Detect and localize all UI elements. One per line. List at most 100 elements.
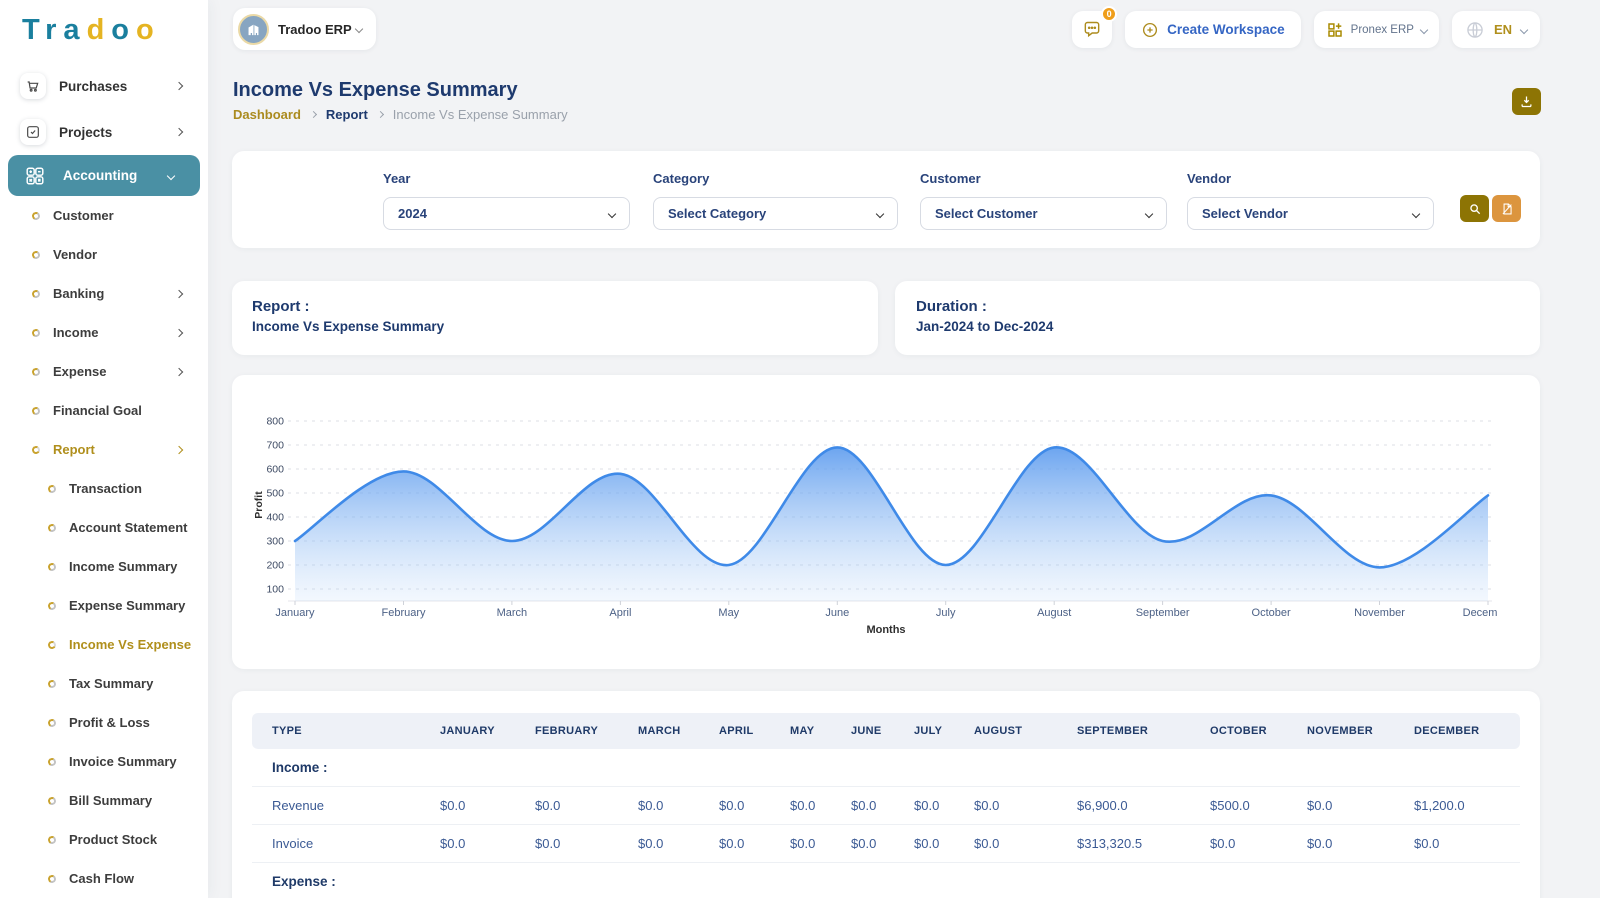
- sidebar-item-account-statement[interactable]: Account Statement: [0, 508, 208, 547]
- report-label: Report :: [252, 298, 858, 315]
- sidebar-item-label: Income Vs Expense: [69, 637, 191, 652]
- report-summary-card: Report : Income Vs Expense Summary: [232, 281, 878, 355]
- svg-text:200: 200: [266, 560, 284, 572]
- sidebar-item-invoice-summary[interactable]: Invoice Summary: [0, 742, 208, 781]
- sidebar: Tradoo PurchasesProjects Accounting Custo…: [0, 0, 208, 898]
- table-column-header: DECEMBER: [1408, 713, 1520, 749]
- sidebar-item-cash-flow[interactable]: Cash Flow: [0, 859, 208, 898]
- sidebar-item-profit-loss[interactable]: Profit & Loss: [0, 703, 208, 742]
- svg-text:700: 700: [266, 440, 284, 452]
- sidebar-item-accounting[interactable]: Accounting: [8, 155, 200, 196]
- svg-text:January: January: [275, 607, 315, 619]
- sidebar-item-projects[interactable]: Projects: [0, 109, 208, 155]
- breadcrumb-item[interactable]: Dashboard: [233, 107, 301, 122]
- sidebar-item-label: Customer: [53, 208, 114, 223]
- sidebar-item-transaction[interactable]: Transaction: [0, 469, 208, 508]
- row-value-cell: $0.0: [529, 787, 632, 825]
- table-row: Revenue$0.0$0.0$0.0$0.0$0.0$0.0$0.0$0.0$…: [252, 787, 1520, 825]
- chevron-right-icon: [175, 445, 183, 453]
- sidebar-item-label: Account Statement: [69, 520, 187, 535]
- bullet-icon: [47, 601, 57, 611]
- row-value-cell: $0.0: [1408, 825, 1520, 863]
- sidebar-item-banking[interactable]: Banking: [0, 274, 208, 313]
- sidebar-item-tax-summary[interactable]: Tax Summary: [0, 664, 208, 703]
- bullet-icon: [31, 367, 41, 377]
- bullet-icon: [47, 835, 57, 845]
- sidebar-item-report[interactable]: Report: [0, 430, 208, 469]
- table-column-header: FEBRUARY: [529, 713, 632, 749]
- chart-x-axis-title: Months: [232, 624, 1540, 636]
- chevron-right-icon: [175, 367, 183, 375]
- breadcrumb-item[interactable]: Report: [326, 107, 368, 122]
- bullet-icon: [47, 640, 57, 650]
- chevron-down-icon: [167, 171, 175, 179]
- svg-text:July: July: [936, 607, 956, 619]
- sidebar-item-income[interactable]: Income: [0, 313, 208, 352]
- breadcrumb: DashboardReportIncome Vs Expense Summary: [233, 107, 568, 122]
- duration-label: Duration :: [916, 298, 1519, 315]
- brand-letter: o: [111, 14, 136, 46]
- chevron-down-icon: [1412, 209, 1420, 217]
- category-select[interactable]: Select Category: [653, 197, 898, 230]
- sidebar-main-nav: PurchasesProjects Accounting: [0, 63, 208, 196]
- brand-logo[interactable]: Tradoo: [0, 0, 208, 47]
- sidebar-item-income-vs-expense[interactable]: Income Vs Expense: [0, 625, 208, 664]
- row-value-cell: $0.0: [632, 825, 713, 863]
- row-value-cell: $0.0: [713, 787, 784, 825]
- sidebar-item-label: Cash Flow: [69, 871, 134, 886]
- sidebar-item-bill-summary[interactable]: Bill Summary: [0, 781, 208, 820]
- vendor-select[interactable]: Select Vendor: [1187, 197, 1434, 230]
- row-value-cell: $0.0: [1204, 825, 1301, 863]
- sidebar-item-label: Vendor: [53, 247, 97, 262]
- svg-text:400: 400: [266, 512, 284, 524]
- sidebar-item-label: Expense: [53, 364, 106, 379]
- bullet-icon: [31, 445, 41, 455]
- filter-vendor: VendorSelect Vendor: [1187, 171, 1434, 230]
- brand-letter: o: [136, 14, 161, 46]
- profit-area-chart-svg: 800700600500400300200100JanuaryFebruaryM…: [252, 403, 1497, 625]
- table-column-header: AUGUST: [968, 713, 1071, 749]
- sidebar-item-label: Product Stock: [69, 832, 157, 847]
- sidebar-item-label: Expense Summary: [69, 598, 185, 613]
- row-value-cell: $0.0: [784, 787, 845, 825]
- customer-select[interactable]: Select Customer: [920, 197, 1167, 230]
- sidebar-item-purchases[interactable]: Purchases: [0, 63, 208, 109]
- sidebar-item-product-stock[interactable]: Product Stock: [0, 820, 208, 859]
- sidebar-item-label: Accounting: [63, 168, 137, 183]
- row-value-cell: $313,320.5: [1071, 825, 1204, 863]
- calculator-icon: [20, 161, 50, 191]
- row-value-cell: $0.0: [529, 825, 632, 863]
- sidebar-item-income-summary[interactable]: Income Summary: [0, 547, 208, 586]
- sidebar-item-financial-goal[interactable]: Financial Goal: [0, 391, 208, 430]
- sidebar-item-label: Banking: [53, 286, 104, 301]
- profit-chart: 800700600500400300200100JanuaryFebruaryM…: [252, 403, 1497, 630]
- table-column-header: OCTOBER: [1204, 713, 1301, 749]
- sidebar-item-expense[interactable]: Expense: [0, 352, 208, 391]
- table-column-header: SEPTEMBER: [1071, 713, 1204, 749]
- download-report-button[interactable]: [1512, 88, 1541, 115]
- sidebar-item-expense-summary[interactable]: Expense Summary: [0, 586, 208, 625]
- row-value-cell: $0.0: [845, 787, 908, 825]
- bullet-icon: [47, 796, 57, 806]
- clear-filters-button[interactable]: [1492, 195, 1521, 222]
- year-select[interactable]: 2024: [383, 197, 630, 230]
- chevron-right-icon: [175, 128, 183, 136]
- row-value-cell: $0.0: [845, 825, 908, 863]
- chevron-right-icon: [175, 82, 183, 90]
- apply-filters-button[interactable]: [1460, 195, 1489, 222]
- row-type-cell: Revenue: [252, 787, 434, 825]
- row-value-cell: $0.0: [713, 825, 784, 863]
- sidebar-item-label: Income: [53, 325, 99, 340]
- sidebar-item-label: Invoice Summary: [69, 754, 177, 769]
- table-column-header: APRIL: [713, 713, 784, 749]
- table-group-row: Expense :: [252, 863, 1520, 898]
- sidebar-item-customer[interactable]: Customer: [0, 196, 208, 235]
- page-title: Income Vs Expense Summary: [233, 79, 518, 102]
- row-value-cell: $0.0: [908, 825, 968, 863]
- sidebar-item-label: Tax Summary: [69, 676, 153, 691]
- main-content: Income Vs Expense Summary Dashboard Repor…: [232, 0, 1540, 898]
- row-value-cell: $0.0: [1301, 825, 1408, 863]
- row-value-cell: $0.0: [784, 825, 845, 863]
- sidebar-item-vendor[interactable]: Vendor: [0, 235, 208, 274]
- duration-summary-card: Duration : Jan-2024 to Dec-2024: [895, 281, 1540, 355]
